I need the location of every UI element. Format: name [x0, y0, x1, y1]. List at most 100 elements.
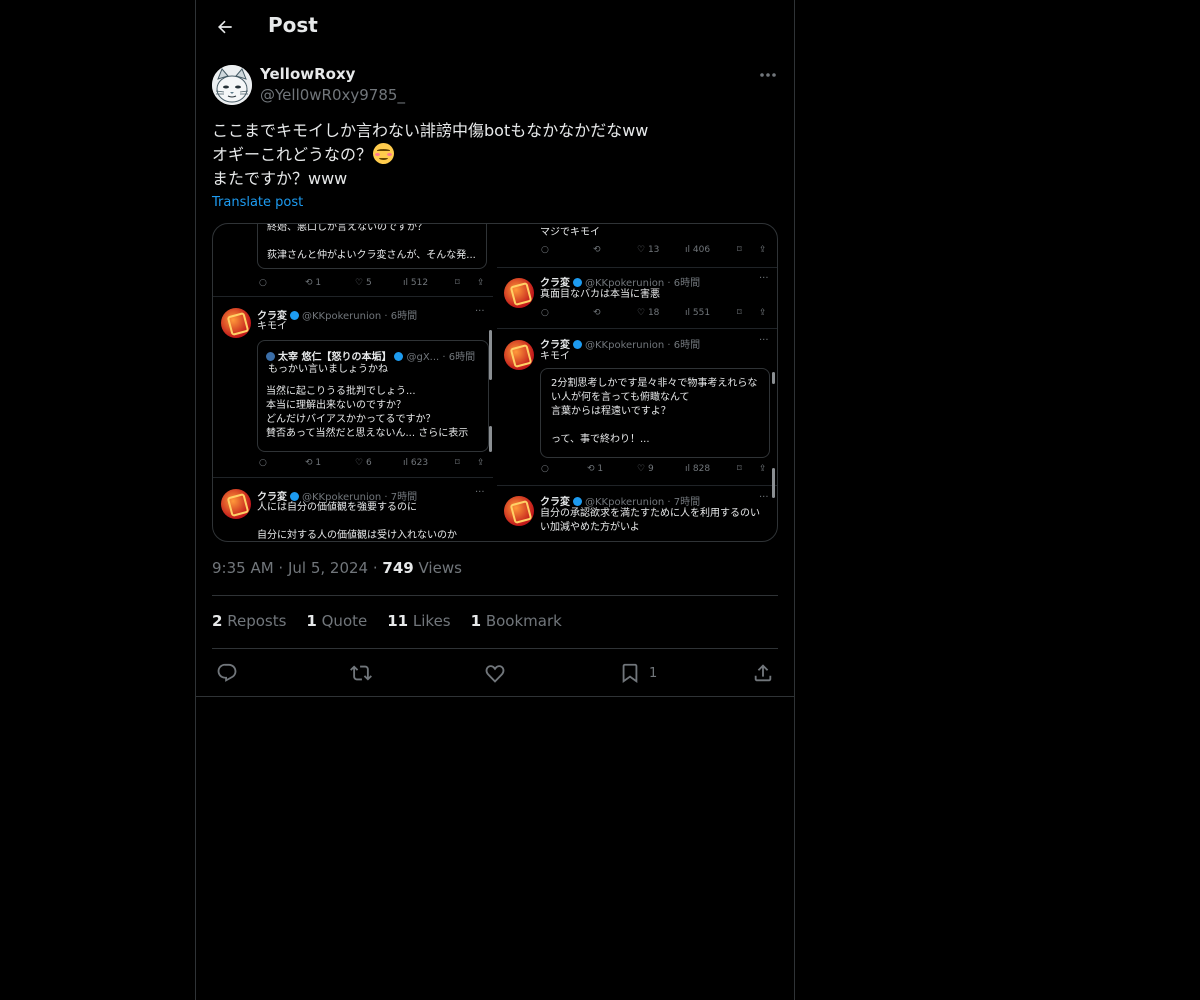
post-text: ここまでキモイしか言わない誹謗中傷botもなかなかだなww オギーこれどうなの？… [212, 119, 778, 191]
more-horizontal-icon: ··· [759, 273, 769, 284]
post-time[interactable]: 9:35 AM [212, 559, 274, 577]
post-date[interactable]: Jul 5, 2024 [288, 559, 368, 577]
back-button[interactable] [208, 10, 242, 44]
post-line-with-emoji: オギーこれどうなの？ [212, 143, 778, 167]
tweet-author: クラ変 @KKpokerunion · 6時間 [540, 278, 701, 289]
tweet-text-line: 自分の承認欲求を満たすために人を利用するのい [540, 508, 760, 519]
tweet-text: キモイ [257, 321, 287, 332]
more-horizontal-icon: ··· [759, 492, 769, 503]
views-count: 828 [692, 464, 711, 474]
share-button[interactable] [752, 655, 774, 691]
post-column: Post YellowRoxy @Yell0wR0xy9785_ ここまでキモイ… [195, 0, 795, 1000]
views-count: 749 [382, 559, 414, 577]
author-display-name[interactable]: YellowRoxy [260, 65, 355, 83]
like-count: 6 [365, 458, 372, 468]
tweet-actions: ○ ⟲ 1 ♡ 5 ıl 512 ⌑ ⇪ [259, 278, 485, 288]
views-count: 551 [692, 308, 711, 318]
tweet-text-line: 終始、悪口しか言えないのですか？ [267, 223, 427, 233]
quote-line: 賛否あって当然だと思えないん... さらに表示 [266, 428, 469, 439]
screenshot-left-column: 終始、悪口しか言えないのですか？ 荻津さんと仲がよいクラ変さんが、そんな発...… [213, 224, 493, 541]
scrollbar [772, 372, 775, 384]
reposts-stat[interactable]: 2 Reposts [212, 612, 286, 630]
embedded-tweet: クラ変 @KKpokerunion · 7時間 ··· 人には自分の価値観を強要す… [213, 479, 493, 541]
more-horizontal-icon [760, 73, 776, 77]
tweet-text: キモイ [540, 351, 570, 362]
views-label: Views [418, 559, 462, 577]
like-count: 18 [647, 308, 660, 318]
tweet-text-line: 荻津さんと仲がよいクラ変さんが、そんな発... [267, 250, 476, 261]
quote-line: 言葉からは程遠いですよ？ [551, 406, 671, 417]
quote-line: どんだけバイアスかかってるですか？ [266, 414, 436, 425]
embedded-tweet: 終始、悪口しか言えないのですか？ 荻津さんと仲がよいクラ変さんが、そんな発...… [213, 224, 493, 297]
engagement-stats: 2 Reposts 1 Quote 11 Likes 1 Bookmark [212, 612, 582, 630]
likes-stat[interactable]: 11 Likes [387, 612, 450, 630]
tweet-author: クラ変 @KKpokerunion · 7時間 [540, 497, 701, 508]
repost-icon [350, 665, 372, 681]
tweet-text-line: い加減やめた方がいよ [540, 522, 640, 533]
divider [196, 696, 794, 697]
post-line: またですか？www [212, 169, 348, 188]
more-horizontal-icon: ··· [759, 335, 769, 346]
tweet-text: マジでキモイ [540, 227, 600, 238]
more-horizontal-icon: ··· [475, 306, 485, 317]
quote-line: 当然に起こりうる批判でしょう... [266, 386, 416, 397]
bookmarks-stat[interactable]: 1 Bookmark [471, 612, 562, 630]
attached-image[interactable]: 終始、悪口しか言えないのですか？ 荻津さんと仲がよいクラ変さんが、そんな発...… [212, 223, 778, 542]
divider [212, 595, 778, 596]
embedded-tweet: マジでキモイ ○ ⟲ ♡ 13 ıl 406 ⌑ ⇪ [497, 224, 777, 268]
repost-count: 1 [597, 464, 604, 474]
header: Post [196, 0, 794, 54]
avatar [504, 340, 534, 370]
quote-line: 2分割思考しかです是々非々で物事考えれらな [551, 378, 758, 389]
reply-button[interactable] [216, 655, 238, 691]
quote-author: 太宰 悠仁【怒りの本垢】 @gX... · 6時間 [266, 348, 475, 363]
scrollbar [489, 426, 492, 452]
embedded-tweet: クラ変 @KKpokerunion · 6時間 ··· キモイ 太宰 悠仁【怒りの… [213, 298, 493, 478]
tweet-text-line: 人には自分の価値観を強要するのに [257, 502, 417, 513]
repost-count: 1 [315, 278, 322, 288]
quote-line: 本当に理解出来ないのですか？ [266, 400, 406, 411]
quote-box: 2分割思考しかです是々非々で物事考えれらな い人が何を言っても俯瞰なんて 言葉か… [540, 368, 770, 458]
embedded-tweet: クラ変 @KKpokerunion · 7時間 ··· 自分の承認欲求を満たすため… [497, 487, 777, 541]
reply-icon [217, 663, 237, 682]
quote-box: 太宰 悠仁【怒りの本垢】 @gX... · 6時間 もっかい言いましょうかね 当然… [257, 340, 489, 452]
avatar [221, 308, 251, 338]
bookmark-button[interactable]: 1 [619, 655, 657, 691]
blush-emoji-icon [373, 143, 395, 164]
post-line: ここまでキモイしか言わない誹謗中傷botもなかなかだなww [212, 121, 649, 140]
views-count: 406 [692, 245, 711, 255]
avatar[interactable] [212, 65, 252, 105]
bookmark-icon [622, 663, 638, 684]
author-handle[interactable]: @Yell0wR0xy9785_ [260, 86, 405, 104]
share-icon [754, 664, 772, 682]
page-title: Post [268, 13, 318, 37]
quote-line: もっかい言いましょうかね [268, 364, 388, 375]
avatar [504, 496, 534, 526]
post-actions: 1 [196, 655, 794, 691]
repost-count: 1 [315, 458, 322, 468]
quote-line: って、事で終わり！... [551, 434, 650, 445]
views-count: 623 [410, 458, 429, 468]
quotes-stat[interactable]: 1 Quote [306, 612, 367, 630]
like-count: 9 [647, 464, 654, 474]
translate-post-link[interactable]: Translate post [212, 195, 303, 210]
tweet-author: クラ変 @KKpokerunion · 6時間 [540, 340, 701, 351]
scrollbar [489, 330, 492, 380]
embedded-tweet: クラ変 @KKpokerunion · 6時間 ··· 真面目なバカは本当に害悪 … [497, 269, 777, 329]
more-horizontal-icon: ··· [475, 487, 485, 498]
views-count: 512 [410, 278, 429, 288]
embedded-tweet: クラ変 @KKpokerunion · 6時間 ··· キモイ 2分割思考しかです… [497, 330, 777, 498]
more-options-button[interactable] [756, 64, 780, 86]
like-button[interactable] [484, 655, 506, 691]
avatar [504, 278, 534, 308]
cat-avatar-icon [212, 65, 252, 105]
like-count: 5 [365, 278, 372, 288]
post-timestamp: 9:35 AM · Jul 5, 2024 · 749 Views [212, 559, 462, 577]
heart-icon [485, 665, 505, 683]
tweet-actions: ○ ⟲ 1 ♡ 6 ıl 623 ⌑ ⇪ [259, 458, 485, 468]
arrow-left-icon [218, 20, 232, 34]
divider [212, 648, 778, 649]
repost-button[interactable] [350, 655, 372, 691]
tweet-actions: ○ ⟲ ♡ 13 ıl 406 ⌑ ⇪ [541, 245, 767, 255]
tweet-actions: ○ ⟲ 1 ♡ 9 ıl 828 ⌑ ⇪ [541, 464, 767, 474]
